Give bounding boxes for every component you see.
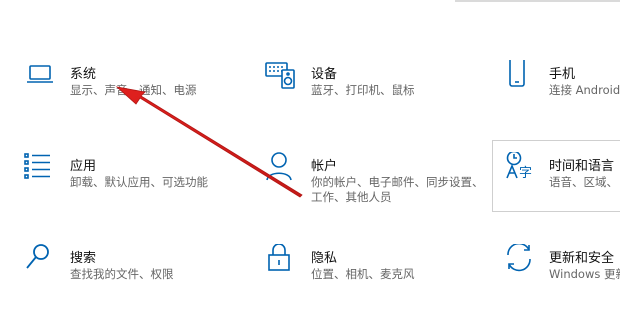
time-language-icon: 字: [505, 152, 545, 192]
tile-description: 连接 Android 设: [549, 83, 620, 97]
tile-description: 蓝牙、打印机、鼠标: [311, 83, 415, 97]
tile-description: 语音、区域、日: [549, 175, 620, 189]
tile-description: Windows 更新: [549, 267, 620, 281]
top-divider: [455, 0, 620, 2]
phone-icon: [505, 60, 545, 100]
tile-title: 应用: [70, 159, 97, 174]
svg-text:字: 字: [519, 166, 532, 181]
person-icon: [265, 152, 305, 192]
tile-description: 查找我的文件、权限: [70, 267, 174, 281]
tile-description-line2: 工作、其他人员: [311, 190, 392, 204]
settings-tile-update-security[interactable]: 更新和安全 Windows 更新: [505, 244, 620, 306]
sync-icon: [505, 244, 545, 284]
tile-description: 位置、相机、麦克风: [311, 267, 415, 281]
settings-tile-search[interactable]: 搜索 查找我的文件、权限: [24, 244, 204, 306]
lock-icon: [265, 244, 305, 284]
keyboard-speaker-icon: [265, 60, 305, 100]
settings-tile-time-language[interactable]: 字 时间和语言 语音、区域、日: [505, 152, 620, 214]
tile-title: 系统: [70, 67, 97, 82]
search-icon: [24, 244, 64, 284]
settings-tile-apps[interactable]: 应用 卸载、默认应用、可选功能: [24, 152, 208, 214]
settings-tile-system[interactable]: 系统 显示、声音、通知、电源: [24, 60, 204, 122]
tile-title: 时间和语言: [549, 159, 615, 174]
tile-title: 帐户: [311, 159, 338, 174]
settings-tile-devices[interactable]: 设备 蓝牙、打印机、鼠标: [265, 60, 445, 122]
tile-description: 显示、声音、通知、电源: [70, 83, 197, 97]
tile-title: 更新和安全: [549, 251, 615, 266]
settings-tile-privacy[interactable]: 隐私 位置、相机、麦克风: [265, 244, 455, 306]
settings-tile-accounts[interactable]: 帐户 你的帐户、电子邮件、同步设置、 工作、其他人员: [265, 152, 484, 214]
settings-tile-phone[interactable]: 手机 连接 Android 设: [505, 60, 620, 122]
tile-description-line1: 你的帐户、电子邮件、同步设置、: [311, 175, 484, 189]
tile-title: 设备: [311, 67, 338, 82]
tile-title: 隐私: [311, 251, 338, 266]
apps-list-icon: [24, 152, 64, 192]
tile-title: 手机: [549, 67, 576, 82]
laptop-icon: [24, 60, 64, 100]
tile-description: 卸载、默认应用、可选功能: [70, 175, 208, 189]
tile-title: 搜索: [70, 251, 97, 266]
